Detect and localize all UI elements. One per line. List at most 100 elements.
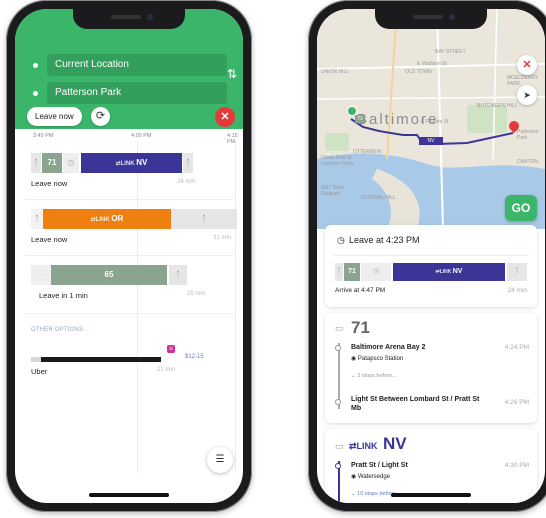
walk-icon: ᛏ [335,263,343,281]
time-axis: 3:45 PM 4:00 PM 4:15 PM [15,133,243,145]
other-options-heading: OTHER OPTIONS [31,327,84,333]
left-screen: Current Location Patterson Park ⇅ Leave … [15,9,243,503]
clock-icon: ◷ [361,263,391,281]
home-indicator [391,493,471,497]
map-label: Oriole Park at Camden Yards [321,155,354,167]
route-duration: 24 min [176,179,195,185]
go-button[interactable]: GO [505,195,537,221]
stop-dot [335,345,341,351]
notch [73,9,185,29]
map-label: M&T Bank Stadium [321,185,345,197]
origin-dot-icon [33,63,38,68]
time-gridline [235,141,236,473]
uber-option[interactable] [31,357,161,362]
time-tick: 4:00 PM [131,133,152,139]
bus-badge: 71 [344,263,360,281]
clock-icon: ◷ [63,153,79,173]
bus-leg-card[interactable]: ▭ 71 Baltimore Arena Bay 2 4:24 PM ◉ Pat… [325,313,537,423]
nv-marker: NV [419,137,443,145]
bus-icon: ▭ [335,441,344,451]
arrive-at-label: Arrive at 4:47 PM [335,287,386,294]
bus-marker: 71 [355,115,365,123]
filter-icon[interactable]: ☰ [207,447,233,473]
route-duration: 31 min [212,235,231,241]
time-tick: 3:45 PM [33,133,54,139]
walk-icon: ᛏ [31,153,41,173]
map-label: BUTCHER'S HILL [477,103,518,109]
walk-icon: ᛏ [171,209,237,229]
divider [25,255,233,256]
bus-route-number: 71 [351,318,370,337]
origin-field[interactable]: Current Location [47,54,227,76]
bus-badge: 71 [42,153,62,173]
map-label: BAY STREET [435,49,466,55]
walk-icon: ᛏ [31,209,43,229]
notch [375,9,487,29]
wait-segment: ··· [31,265,51,285]
board-stop: Baltimore Arena Bay 2 [351,344,426,351]
walk-icon: ᛏ [169,265,187,285]
bus-icon: ▭ [335,323,344,333]
or-line-segment: ⇄LINK OR [43,209,171,229]
board-time: 4:30 PM [504,462,529,469]
board-sub: ◉ Watersedge [351,474,391,480]
line-label: NV [452,268,463,275]
uber-surge-badge-icon: u [167,345,175,353]
map-label: E Madison St [417,61,447,67]
uber-price: $12-15 [185,354,204,360]
stop-dot [335,463,341,469]
stops-before-toggle[interactable]: ⌄ 3 stops before... [351,373,397,379]
refresh-icon[interactable]: ⟳ [91,107,110,126]
divider [333,255,529,256]
trip-summary-card[interactable]: ◷ Leave at 4:23 PM ᛏ 71 ◷ ⇄LINK NV ᛏ Arr… [325,225,537,307]
map-label: UNION HILL [321,69,350,75]
route-label: Leave now [31,179,68,188]
nv-line-name: NV [383,434,407,453]
link-logo-icon: ⇄LINK [115,161,137,167]
trip-duration: 24 min [507,287,527,294]
link-logo-icon: ⇄LINK [90,217,112,223]
link-logo-icon: ⇄LINK [435,269,453,275]
left-phone: Current Location Patterson Park ⇅ Leave … [6,0,252,512]
board-sub-text: Patapsco Station [357,356,404,362]
uber-duration: 21 min [156,367,175,373]
uber-label: Uber [31,367,48,376]
destination-field[interactable]: Patterson Park [47,82,227,104]
close-icon[interactable]: ✕ [517,55,537,75]
close-icon[interactable]: ✕ [215,107,235,127]
summary-route-bar: ᛏ 71 ◷ ⇄LINK NV ᛏ [335,263,527,281]
clock-icon: ◷ [337,235,345,245]
map-label: CANTON [517,159,539,165]
swap-icon[interactable]: ⇅ [227,67,237,81]
route-option-3[interactable]: ··· 65 ᛏ [31,265,201,285]
right-phone: BAY STREET OLD TOWN E Madison St MCELDER… [308,0,546,512]
home-indicator [89,493,169,497]
route-option-1[interactable]: ᛏ 71 ◷ ⇄LINK NV ᛏ [31,153,193,173]
line-label: NV [136,158,148,167]
stop-dot [335,399,341,405]
link-leg-card[interactable]: ▭ ⇄LINK NV Pratt St / Light St 4:30 PM ◉… [325,429,537,503]
route-label: Leave in 1 min [39,291,88,300]
map-label: Patterson Park [517,129,539,141]
nv-line-segment: ⇄LINK NV [81,153,182,173]
route-option-2[interactable]: ᛏ ⇄LINK OR ᛏ [31,209,237,229]
board-stop: Pratt St / Light St [351,462,408,469]
divider [25,313,233,314]
divider [25,199,233,200]
locate-arrow-icon[interactable]: ➤ [517,85,537,105]
nv-line-segment: ⇄LINK NV [393,263,505,281]
leave-now-pill[interactable]: Leave now [27,107,82,126]
link-logo-icon: ⇄LINK [349,441,378,451]
right-screen: BAY STREET OLD TOWN E Madison St MCELDER… [317,9,545,503]
alight-time: 4:26 PM [504,399,529,406]
map-city-label: Baltimore [357,111,439,128]
map-label: OLD TOWN [405,69,432,75]
alight-stop: Light St Between Lombard St / Pratt St M… [351,396,480,412]
stops-before-text: 3 stops before... [357,373,397,379]
walk-icon: ᛏ [507,263,527,281]
board-sub: ◉ Patapsco Station [351,356,404,362]
destination-dot-icon [33,91,38,96]
map-label: FEDERAL HILL [361,195,396,201]
route-label: Leave now [31,235,68,244]
leave-at-label: Leave at 4:23 PM [349,235,420,245]
